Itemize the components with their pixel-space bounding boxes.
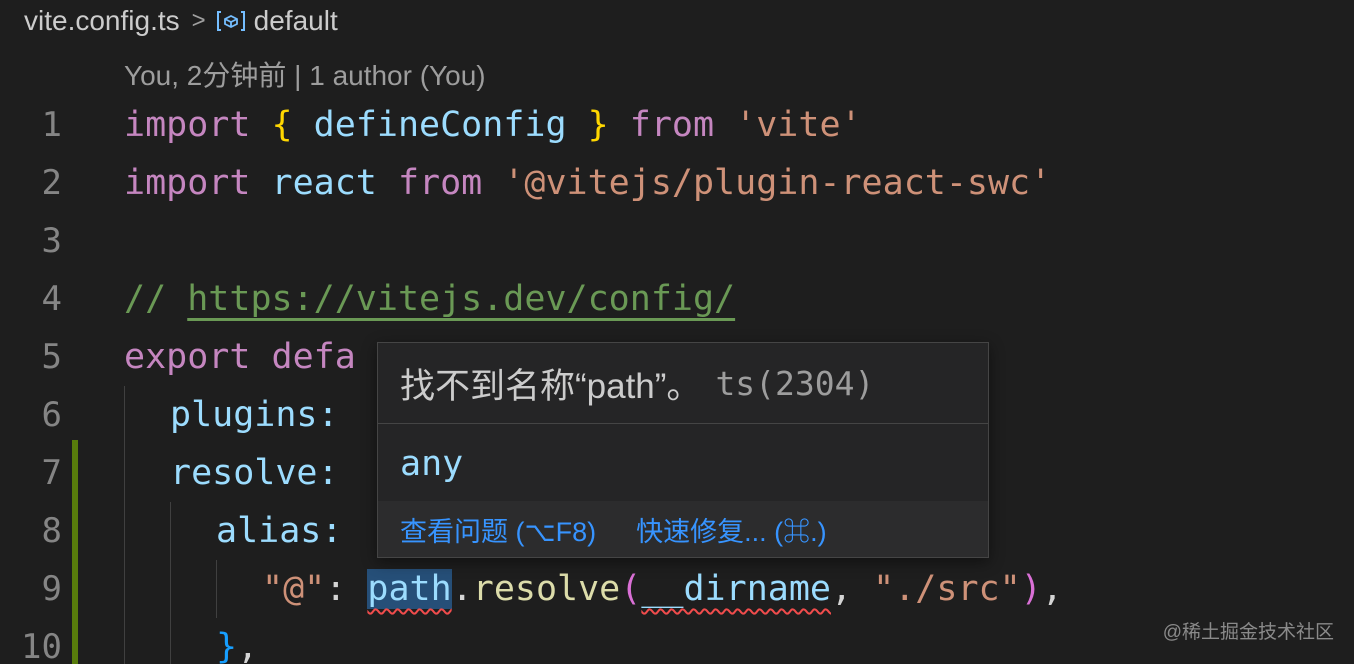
git-blame-codelens[interactable]: You, 2分钟前 | 1 author (You) — [124, 52, 486, 96]
code-line: 9 "@": path. resolve(__dirname, "./src"), — [0, 560, 1354, 618]
token-property: alias: — [216, 511, 343, 551]
token-keyword: from — [629, 105, 715, 145]
code-line: 1 import { defineConfig } from 'vite' — [0, 96, 1354, 154]
view-problem-link[interactable]: 查看问题 (⌥F8) — [400, 510, 596, 549]
line-number: 4 — [41, 279, 62, 319]
token-identifier: defineConfig — [313, 105, 567, 145]
token-brace: } — [587, 105, 609, 145]
token-string: 'vite' — [735, 105, 862, 145]
watermark: @稀土掘金技术社区 — [1162, 622, 1334, 643]
token-identifier: react — [271, 163, 377, 203]
breadcrumb-separator: > — [191, 7, 206, 34]
token-property: plugins: — [170, 395, 339, 435]
token-comma: , — [1041, 569, 1063, 609]
error-identifier-dirname[interactable]: __dirname — [641, 569, 831, 609]
token-colon: : — [325, 569, 347, 609]
code-line: 3 — [0, 212, 1354, 270]
code-line: 10 }, — [0, 618, 1354, 664]
token-brace: { — [271, 105, 293, 145]
hover-status-bar: 查看问题 (⌥F8) 快速修复... (⌘.) — [378, 501, 988, 557]
token-keyword: import — [124, 163, 251, 203]
token-comment: // — [124, 279, 167, 319]
code-line: 2 import react from '@vitejs/plugin-reac… — [0, 154, 1354, 212]
token-keyword-partial: defa — [271, 337, 356, 377]
line-number: 9 — [41, 569, 62, 609]
quick-fix-link[interactable]: 快速修复... (⌘.) — [636, 510, 827, 549]
token-function: resolve — [472, 569, 621, 609]
breadcrumb-file[interactable]: vite.config.ts — [24, 5, 180, 37]
breadcrumb-symbol[interactable]: default — [254, 5, 338, 37]
hover-divider — [378, 423, 988, 424]
line-number: 10 — [21, 627, 62, 664]
symbol-variable-icon — [216, 11, 245, 31]
line-number: 7 — [41, 453, 62, 493]
line-number: 8 — [41, 511, 62, 551]
code-line: 4 // https://vitejs.dev/config/ — [0, 270, 1354, 328]
line-number: 2 — [41, 163, 62, 203]
token-dot: . — [451, 569, 473, 609]
hover-error-message: 找不到名称“path”。 ts(2304) — [378, 343, 988, 423]
error-identifier-path[interactable]: path — [367, 569, 452, 609]
hover-type-info: any — [400, 444, 464, 484]
comment-link[interactable]: https://vitejs.dev/config/ — [187, 279, 735, 319]
line-number: 5 — [41, 337, 62, 377]
token-brace: } — [216, 627, 238, 664]
error-hover-widget: 找不到名称“path”。 ts(2304) any 查看问题 (⌥F8) 快速修… — [377, 342, 989, 558]
line-number: 1 — [41, 105, 62, 145]
line-number: 6 — [41, 395, 62, 435]
token-paren: ) — [1020, 569, 1042, 609]
hover-error-code: ts(2304) — [715, 363, 875, 403]
breadcrumb: vite.config.ts > default — [24, 0, 338, 42]
token-string: "./src" — [873, 569, 1021, 609]
token-comma: , — [831, 569, 853, 609]
token-string: '@vitejs/plugin-react-swc' — [503, 163, 1052, 203]
line-number: 3 — [41, 221, 62, 261]
token-string-key: "@" — [262, 569, 326, 609]
token-paren: ( — [620, 569, 642, 609]
token-comma: , — [237, 627, 259, 664]
token-keyword: from — [397, 163, 483, 203]
hover-message-text: 找不到名称“path”。 — [400, 366, 702, 406]
token-property: resolve: — [170, 453, 339, 493]
token-keyword: export — [124, 337, 251, 377]
token-keyword: import — [124, 105, 251, 145]
